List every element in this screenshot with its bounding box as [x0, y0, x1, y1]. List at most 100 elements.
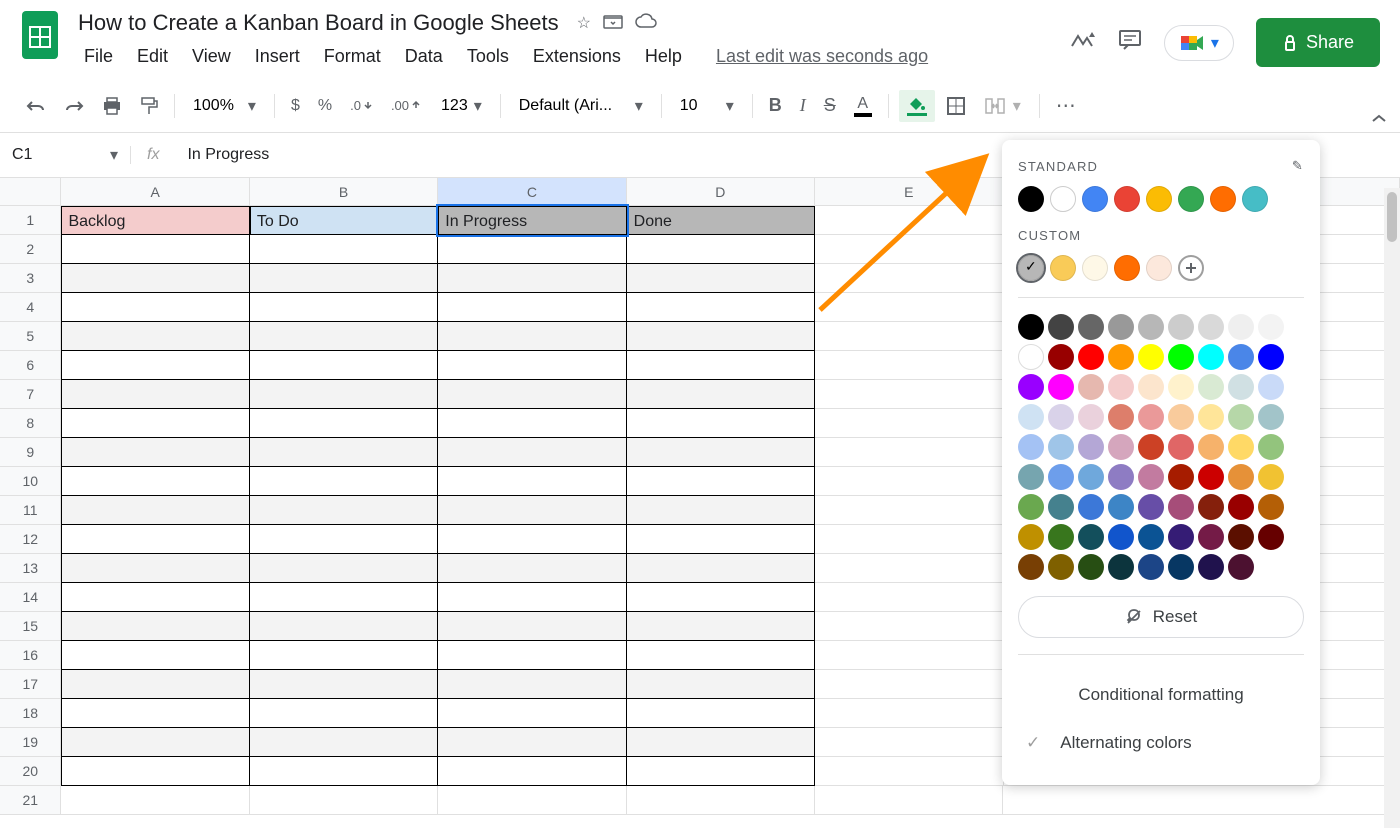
- row-header[interactable]: 4: [0, 293, 61, 322]
- column-header[interactable]: D: [627, 178, 815, 206]
- color-swatch[interactable]: [1258, 524, 1284, 550]
- color-swatch[interactable]: [1078, 434, 1104, 460]
- fill-color-button[interactable]: [899, 90, 935, 122]
- color-swatch[interactable]: [1078, 404, 1104, 430]
- color-swatch[interactable]: [1138, 494, 1164, 520]
- cell[interactable]: [438, 554, 626, 583]
- color-swatch[interactable]: [1138, 434, 1164, 460]
- cell[interactable]: [815, 351, 1003, 380]
- color-swatch[interactable]: [1078, 344, 1104, 370]
- color-swatch[interactable]: [1082, 255, 1108, 281]
- color-swatch[interactable]: [1018, 524, 1044, 550]
- color-swatch[interactable]: [1242, 186, 1268, 212]
- cell[interactable]: [250, 409, 438, 438]
- cell[interactable]: [250, 467, 438, 496]
- cell[interactable]: Backlog: [61, 206, 249, 235]
- color-swatch[interactable]: [1168, 344, 1194, 370]
- color-swatch[interactable]: [1048, 524, 1074, 550]
- cell[interactable]: [250, 438, 438, 467]
- cell[interactable]: [61, 728, 249, 757]
- cell[interactable]: [438, 612, 626, 641]
- color-swatch[interactable]: [1258, 434, 1284, 460]
- color-swatch[interactable]: [1018, 404, 1044, 430]
- cell[interactable]: [627, 670, 815, 699]
- color-swatch[interactable]: [1108, 524, 1134, 550]
- row-header[interactable]: 17: [0, 670, 61, 699]
- color-swatch[interactable]: [1168, 404, 1194, 430]
- cell[interactable]: [815, 641, 1003, 670]
- add-color-button[interactable]: [1178, 255, 1204, 281]
- formula-input[interactable]: In Progress: [175, 140, 281, 170]
- cell[interactable]: [61, 612, 249, 641]
- color-swatch[interactable]: [1198, 404, 1224, 430]
- font-select[interactable]: Default (Ari...▾: [511, 92, 651, 120]
- color-swatch[interactable]: [1258, 344, 1284, 370]
- cell[interactable]: [438, 351, 626, 380]
- strikethrough-button[interactable]: S: [818, 89, 842, 122]
- collapse-icon[interactable]: [1370, 112, 1388, 130]
- cell[interactable]: [627, 728, 815, 757]
- cell[interactable]: [627, 380, 815, 409]
- cell[interactable]: [815, 235, 1003, 264]
- color-swatch[interactable]: [1018, 186, 1044, 212]
- cell[interactable]: [250, 699, 438, 728]
- cell[interactable]: [250, 612, 438, 641]
- cell[interactable]: [61, 322, 249, 351]
- row-header[interactable]: 11: [0, 496, 61, 525]
- cell[interactable]: [438, 757, 626, 786]
- meet-button[interactable]: ▾: [1164, 25, 1234, 61]
- conditional-formatting-link[interactable]: Conditional formatting: [1018, 671, 1304, 719]
- comment-icon[interactable]: [1118, 29, 1142, 56]
- color-swatch[interactable]: [1078, 554, 1104, 580]
- color-swatch[interactable]: [1018, 464, 1044, 490]
- text-color-button[interactable]: A: [848, 89, 878, 123]
- cell[interactable]: [627, 235, 815, 264]
- color-swatch[interactable]: [1138, 464, 1164, 490]
- cell[interactable]: [815, 467, 1003, 496]
- cell[interactable]: [438, 293, 626, 322]
- cell[interactable]: [438, 583, 626, 612]
- cell[interactable]: [61, 496, 249, 525]
- cell[interactable]: [438, 728, 626, 757]
- color-swatch[interactable]: [1168, 434, 1194, 460]
- number-format-select[interactable]: 123▾: [433, 92, 490, 120]
- document-title[interactable]: How to Create a Kanban Board in Google S…: [74, 8, 563, 38]
- color-swatch[interactable]: [1178, 186, 1204, 212]
- cell[interactable]: [627, 322, 815, 351]
- currency-button[interactable]: $: [285, 91, 306, 121]
- row-header[interactable]: 10: [0, 467, 61, 496]
- color-swatch[interactable]: [1228, 494, 1254, 520]
- color-swatch[interactable]: [1258, 464, 1284, 490]
- menu-help[interactable]: Help: [635, 42, 692, 71]
- cell[interactable]: [815, 206, 1003, 235]
- cell[interactable]: [438, 641, 626, 670]
- color-swatch[interactable]: [1048, 404, 1074, 430]
- select-all-corner[interactable]: [0, 178, 61, 206]
- cell[interactable]: [250, 786, 438, 815]
- cell[interactable]: [61, 554, 249, 583]
- cell[interactable]: [627, 757, 815, 786]
- cell[interactable]: [627, 293, 815, 322]
- cell[interactable]: [438, 786, 626, 815]
- cell[interactable]: [250, 525, 438, 554]
- color-swatch[interactable]: [1168, 464, 1194, 490]
- cell[interactable]: [438, 380, 626, 409]
- cell[interactable]: [627, 583, 815, 612]
- color-swatch[interactable]: [1050, 186, 1076, 212]
- color-swatch[interactable]: [1228, 344, 1254, 370]
- redo-icon[interactable]: [58, 92, 90, 120]
- color-swatch[interactable]: [1228, 434, 1254, 460]
- row-header[interactable]: 13: [0, 554, 61, 583]
- row-header[interactable]: 20: [0, 757, 61, 786]
- cell[interactable]: [438, 409, 626, 438]
- cloud-icon[interactable]: [635, 13, 657, 34]
- row-header[interactable]: 6: [0, 351, 61, 380]
- color-swatch[interactable]: [1168, 524, 1194, 550]
- color-swatch[interactable]: [1078, 374, 1104, 400]
- color-swatch[interactable]: [1114, 186, 1140, 212]
- cell[interactable]: [815, 699, 1003, 728]
- print-icon[interactable]: [96, 90, 128, 122]
- cell[interactable]: [627, 641, 815, 670]
- row-header[interactable]: 21: [0, 786, 61, 815]
- share-button[interactable]: Share: [1256, 18, 1380, 67]
